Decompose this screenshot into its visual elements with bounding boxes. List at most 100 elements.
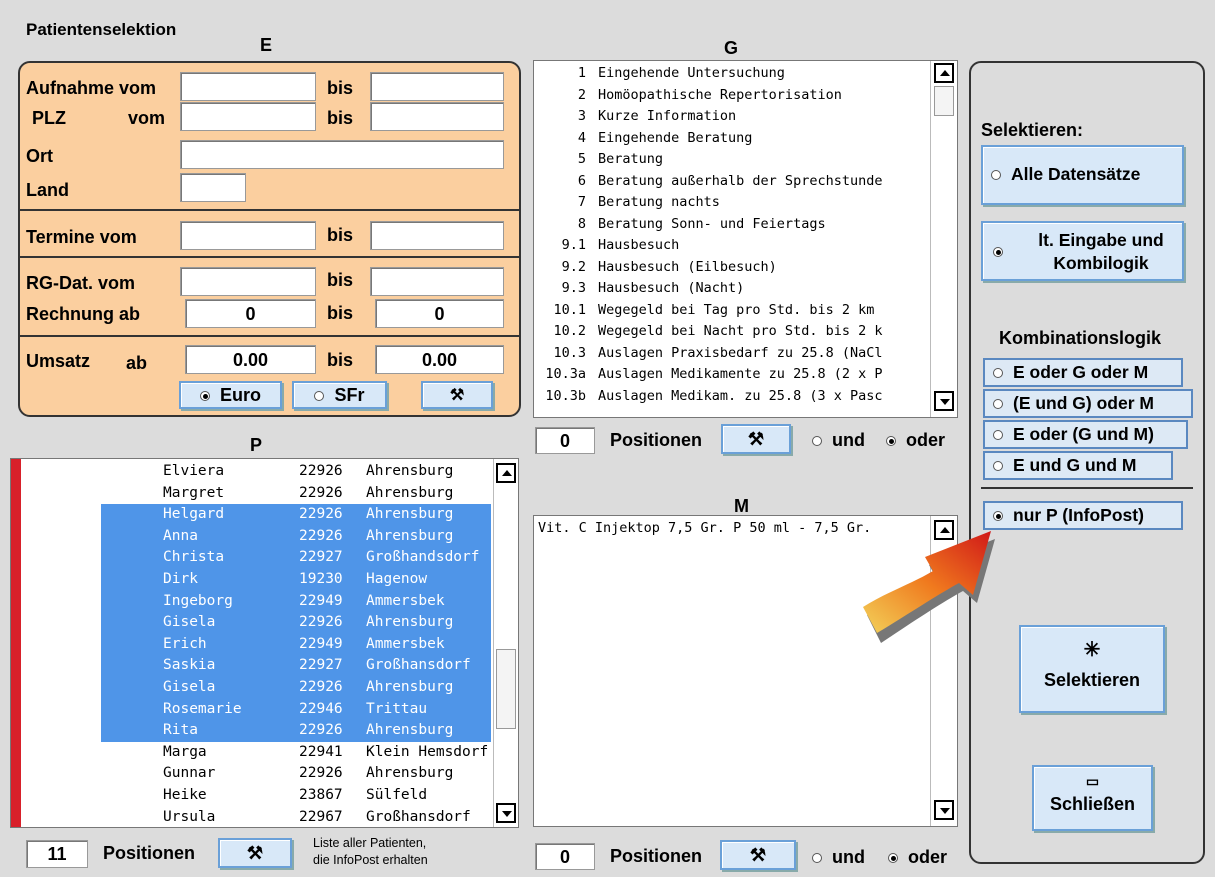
bis-label: bis [327, 78, 354, 98]
plz-to-field[interactable] [370, 102, 504, 131]
selektieren-button[interactable]: ✳ Selektieren [1019, 625, 1165, 713]
g-list-item[interactable]: 4 Eingehende Beratung [534, 128, 753, 150]
clear-e-button[interactable]: ⚒ [421, 381, 493, 409]
aufnahme-to-field[interactable] [370, 72, 504, 101]
plz-from-field[interactable] [180, 102, 316, 131]
radio-icon [314, 391, 325, 402]
g-item-text: Auslagen Medikam. zu 25.8 (3 x Pasc [598, 387, 883, 404]
patient-name: Dirk [163, 571, 198, 587]
rgdat-from-field[interactable] [180, 267, 316, 296]
vom-label: vom [128, 108, 166, 128]
m-und-radio[interactable]: und [812, 847, 865, 868]
g-list-item[interactable]: 9.3 Hausbesuch (Nacht) [534, 278, 745, 300]
patient-row[interactable]: Christa 22927 Großhandsdorf [101, 547, 491, 569]
eingabe-kombilogik-radio[interactable]: lt. Eingabe und Kombilogik [981, 221, 1184, 281]
kombi-option-radio[interactable]: (E und G) oder M [983, 389, 1193, 418]
clear-p-button[interactable]: ⚒ [218, 838, 292, 868]
patient-row[interactable]: Rosemarie 22946 Trittau [101, 698, 491, 721]
g-item-text: Beratung außerhalb der Sprechstunde [598, 172, 883, 189]
g-list-item[interactable]: 10.3b Auslagen Medikam. zu 25.8 (3 x Pasc [534, 386, 882, 408]
patient-row[interactable]: Margret 22926 Ahrensburg [101, 483, 491, 505]
umsatz-from-field[interactable]: 0.00 [185, 345, 316, 374]
patient-row[interactable]: Erich 22949 Ammersbek [101, 633, 491, 656]
patient-row[interactable]: Elviera 22926 Ahrensburg [101, 461, 491, 483]
g-list-item[interactable]: 10.2 Wegegeld bei Nacht pro Std. bis 2 k [534, 321, 882, 343]
patient-row[interactable]: Gunnar 22926 Ahrensburg [101, 763, 491, 785]
patient-row[interactable]: Ursula 22967 Großhansdorf [101, 807, 491, 827]
patient-city: Großhandsdorf [366, 549, 480, 566]
aufnahme-from-field[interactable] [180, 72, 316, 101]
patient-plz: 22926 [299, 679, 343, 695]
g-list-item[interactable]: 10.3a Auslagen Medikamente zu 25.8 (2 x P [534, 364, 882, 386]
termine-to-field[interactable] [370, 221, 504, 250]
patient-row[interactable]: Gisela 22926 Ahrensburg [101, 612, 491, 634]
patient-row[interactable]: Gisela 22926 Ahrensburg [101, 677, 491, 699]
termine-from-field[interactable] [180, 221, 316, 250]
g-list-item[interactable]: 10.1 Wegegeld bei Tag pro Std. bis 2 km [534, 300, 874, 322]
scroll-down-icon[interactable] [934, 800, 954, 820]
patient-row[interactable]: Marga 22941 Klein Hemsdorf [101, 742, 491, 764]
ort-field[interactable] [180, 140, 504, 169]
g-list-item[interactable]: 2 Homöopathische Repertorisation [534, 85, 842, 107]
rgdat-to-field[interactable] [370, 267, 504, 296]
patient-row[interactable]: Saskia 22927 Großhansdorf [101, 655, 491, 677]
schliessen-button[interactable]: ▭ Schließen [1032, 765, 1153, 831]
patient-name: Margret [163, 484, 225, 501]
eingabe-line: lt. Eingabe und [1038, 230, 1164, 250]
radio-selected-icon [888, 853, 898, 864]
rechnung-to-field[interactable]: 0 [375, 299, 504, 328]
scroll-down-icon[interactable] [934, 391, 954, 411]
g-list-item[interactable]: 9.1 Hausbesuch [534, 235, 680, 257]
patient-city: Ammersbek [366, 592, 445, 609]
kombi-option-radio[interactable]: E oder G oder M [983, 358, 1183, 387]
p-scrollbar[interactable] [493, 459, 518, 827]
g-und-radio[interactable]: und [812, 430, 865, 451]
eraser-icon: ⚒ [246, 843, 264, 863]
m-list-item[interactable]: Vit. C Injektop 7,5 Gr. P 50 ml - 7,5 Gr… [538, 518, 871, 540]
eraser-icon: ⚒ [747, 429, 765, 449]
scroll-up-icon[interactable] [496, 463, 516, 483]
g-oder-radio[interactable]: oder [886, 430, 945, 451]
plz-label: PLZ [32, 108, 66, 128]
g-item-number: 10.3 [553, 344, 586, 361]
radio-selected-icon [993, 247, 1003, 257]
patient-row[interactable]: Rita 22926 Ahrensburg [101, 720, 491, 742]
g-list[interactable]: 1 Eingehende Untersuchung 2 Homöopathische … [533, 60, 958, 418]
g-list-item[interactable]: 3 Kurze Information [534, 106, 736, 128]
currency-sfr-radio[interactable]: SFr [292, 381, 387, 409]
patient-row[interactable]: Ingeborg 22949 Ammersbek [101, 590, 491, 613]
g-list-item[interactable]: 7 Beratung nachts [534, 192, 720, 214]
m-oder-radio[interactable]: oder [888, 847, 947, 868]
g-list-item[interactable]: 10.3 Auslagen Praxisbedarf zu 25.8 (NaCl [534, 343, 882, 365]
clear-m-button[interactable]: ⚒ [720, 840, 796, 870]
radio-icon [993, 368, 1003, 379]
patient-row[interactable]: Dirk 19230 Hagenow [101, 569, 491, 591]
g-list-item[interactable]: 6 Beratung außerhalb der Sprechstunde [534, 171, 883, 193]
g-item-text: Eingehende Beratung [598, 129, 753, 146]
patient-list[interactable]: Elviera 22926 Ahrensburg Margret 22926 Ahrens… [10, 458, 519, 828]
infopost-radio[interactable]: nur P (InfoPost) [983, 501, 1183, 530]
scroll-up-icon[interactable] [934, 63, 954, 83]
g-list-item[interactable]: 5 Beratung [534, 149, 663, 171]
clear-g-button[interactable]: ⚒ [721, 424, 791, 454]
patient-row[interactable]: Helgard 22926 Ahrensburg [101, 504, 491, 526]
kombi-option-radio[interactable]: E und G und M [983, 451, 1173, 480]
patient-row[interactable]: Heike 23867 Sülfeld [101, 785, 491, 807]
g-list-item[interactable]: 8 Beratung Sonn- und Feiertags [534, 214, 826, 236]
umsatz-to-field[interactable]: 0.00 [375, 345, 504, 374]
ort-label: Ort [26, 146, 53, 166]
scroll-down-icon[interactable] [496, 803, 516, 823]
p-note: Liste aller Patienten, die InfoPost erha… [313, 835, 428, 869]
currency-euro-radio[interactable]: Euro [179, 381, 282, 409]
alle-datensaetze-radio[interactable]: Alle Datensätze [981, 145, 1184, 205]
scroll-thumb[interactable] [934, 86, 954, 116]
g-list-item[interactable]: 1 Eingehende Untersuchung [534, 63, 785, 85]
g-scrollbar[interactable] [930, 61, 957, 417]
kombi-option-radio[interactable]: E oder (G und M) [983, 420, 1188, 449]
land-field[interactable] [180, 173, 246, 202]
rechnung-from-field[interactable]: 0 [185, 299, 316, 328]
patient-row[interactable]: Anna 22926 Ahrensburg [101, 525, 491, 548]
patient-plz: 22926 [299, 614, 343, 631]
scroll-thumb[interactable] [496, 649, 516, 729]
g-list-item[interactable]: 9.2 Hausbesuch (Eilbesuch) [534, 257, 777, 279]
